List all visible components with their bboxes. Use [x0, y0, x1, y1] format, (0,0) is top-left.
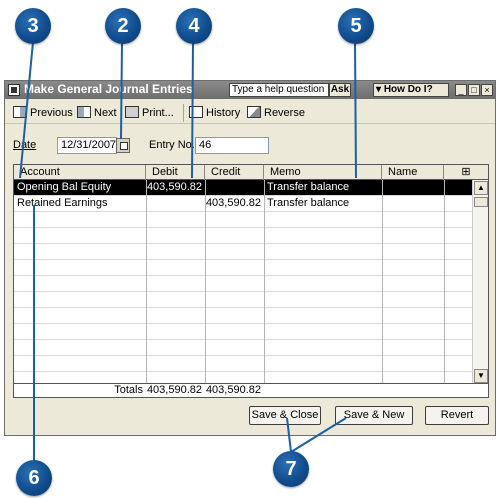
- help-search-input[interactable]: Type a help question: [229, 83, 329, 97]
- previous-button[interactable]: Previous: [13, 105, 73, 121]
- cell-credit[interactable]: [205, 180, 264, 195]
- save-and-new-button[interactable]: Save & New: [335, 406, 413, 425]
- journal-grid: Account Debit Credit Memo Name ⊞ Opening…: [13, 164, 489, 398]
- table-row[interactable]: [14, 292, 472, 308]
- cell-account[interactable]: Opening Bal Equity: [14, 180, 146, 195]
- column-divider: [205, 180, 206, 385]
- toolbar-separator: [183, 104, 184, 122]
- cell-name[interactable]: [382, 196, 444, 211]
- table-row[interactable]: [14, 356, 472, 372]
- close-button[interactable]: ×: [481, 84, 493, 96]
- table-row[interactable]: Retained Earnings 403,590.82 Transfer ba…: [14, 196, 472, 212]
- totals-row: Totals 403,590.82 403,590.82: [14, 383, 488, 397]
- reverse-button[interactable]: Reverse: [247, 105, 305, 121]
- table-row[interactable]: [14, 244, 472, 260]
- title-bar: Make General Journal Entries Type a help…: [5, 81, 495, 99]
- table-row[interactable]: [14, 276, 472, 292]
- grid-header: Account Debit Credit Memo Name ⊞: [14, 165, 488, 180]
- minimize-button[interactable]: _: [455, 84, 467, 96]
- entry-no-label: Entry No.: [149, 139, 195, 151]
- column-header-credit[interactable]: Credit: [205, 165, 264, 180]
- print-label: Print...: [142, 107, 174, 119]
- history-button[interactable]: History: [189, 105, 240, 121]
- scroll-up-icon[interactable]: ▲: [474, 181, 488, 195]
- cell-name[interactable]: [382, 180, 444, 195]
- callout-6: 6: [16, 460, 52, 496]
- table-row[interactable]: [14, 308, 472, 324]
- column-divider: [264, 180, 265, 385]
- maximize-button[interactable]: □: [468, 84, 480, 96]
- save-and-close-button[interactable]: Save & Close: [249, 406, 321, 425]
- cell-debit[interactable]: [146, 196, 205, 211]
- cell-account[interactable]: Retained Earnings: [14, 196, 146, 211]
- reverse-icon: [247, 106, 261, 118]
- journal-entry-window: Make General Journal Entries Type a help…: [4, 80, 496, 436]
- total-credit: 403,590.82: [205, 384, 261, 396]
- calendar-icon[interactable]: [116, 138, 130, 153]
- table-row[interactable]: [14, 212, 472, 228]
- history-icon: [189, 106, 203, 118]
- callout-5: 5: [338, 8, 374, 44]
- next-icon: [77, 106, 91, 118]
- column-divider: [382, 180, 383, 385]
- totals-label: Totals: [114, 384, 143, 396]
- column-divider: [146, 180, 147, 385]
- scroll-down-icon[interactable]: ▼: [474, 369, 488, 383]
- how-do-i-dropdown[interactable]: ▾ How Do I?: [373, 83, 449, 97]
- cell-debit[interactable]: 403,590.82: [146, 180, 205, 195]
- callout-4: 4: [176, 8, 212, 44]
- previous-icon: [13, 106, 27, 118]
- table-row[interactable]: [14, 324, 472, 340]
- cell-credit[interactable]: 403,590.82: [205, 196, 264, 211]
- window-title: Make General Journal Entries: [24, 82, 193, 96]
- column-header-name[interactable]: Name: [382, 165, 444, 180]
- scroll-thumb[interactable]: [474, 197, 488, 207]
- date-field[interactable]: 12/31/2007: [57, 137, 117, 154]
- column-header-account[interactable]: Account: [14, 165, 146, 180]
- column-header-memo[interactable]: Memo: [264, 165, 382, 180]
- previous-label: Previous: [30, 107, 73, 119]
- column-divider: [444, 180, 445, 385]
- reverse-label: Reverse: [264, 107, 305, 119]
- callout-3: 3: [15, 8, 51, 44]
- next-label: Next: [94, 107, 117, 119]
- callout-7: 7: [273, 451, 309, 487]
- callout-2: 2: [105, 8, 141, 44]
- printer-icon: [125, 106, 139, 118]
- column-header-debit[interactable]: Debit: [146, 165, 205, 180]
- cell-memo[interactable]: Transfer balance: [264, 196, 382, 211]
- toolbar: Previous Next Print... History Reverse: [5, 100, 495, 124]
- revert-button[interactable]: Revert: [425, 406, 489, 425]
- next-button[interactable]: Next: [77, 105, 117, 121]
- vertical-scrollbar[interactable]: ▲ ▼: [472, 180, 488, 385]
- table-row[interactable]: [14, 260, 472, 276]
- table-row[interactable]: [14, 228, 472, 244]
- table-row[interactable]: [14, 340, 472, 356]
- table-row[interactable]: Opening Bal Equity 403,590.82 Transfer b…: [14, 180, 472, 196]
- cell-memo[interactable]: Transfer balance: [264, 180, 382, 195]
- chevron-down-icon: ▾: [376, 84, 384, 95]
- how-do-i-label: How Do I?: [383, 84, 433, 95]
- total-debit: 403,590.82: [146, 384, 202, 396]
- app-icon: [8, 84, 20, 96]
- date-label: Date: [13, 139, 37, 151]
- column-settings-icon[interactable]: ⊞: [444, 165, 488, 180]
- print-button[interactable]: Print...: [125, 105, 174, 121]
- ask-button[interactable]: Ask: [329, 83, 351, 97]
- history-label: History: [206, 107, 241, 119]
- entry-no-field[interactable]: 46: [195, 137, 269, 154]
